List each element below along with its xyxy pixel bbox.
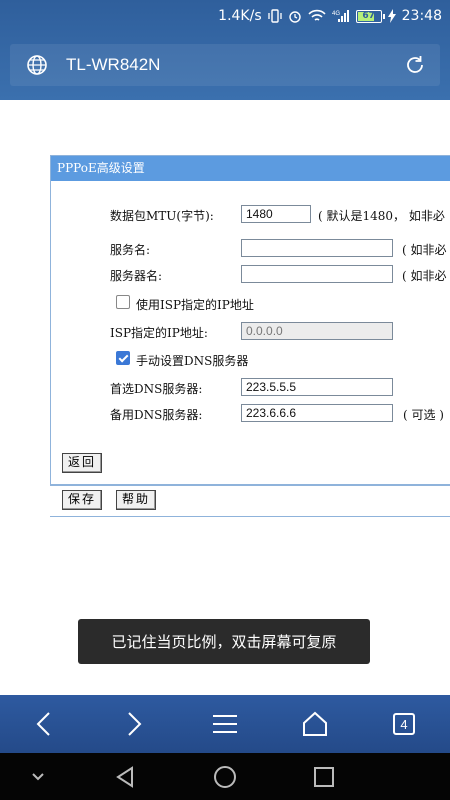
clock: 23:48 [401,8,442,24]
reload-icon[interactable] [404,54,426,76]
browser-top-bar: 1.4K/s 4G 67 23:48 TL-WR842N [0,0,450,100]
system-nav-bar [0,753,450,800]
charging-icon [387,9,396,23]
browser-nav-bar: 4 [0,695,450,753]
panel-title: PPPoE高级设置 [51,156,450,181]
network-speed: 1.4K/s [218,8,262,24]
server-name-input[interactable] [241,265,393,283]
page-title: TL-WR842N [66,55,161,74]
save-button[interactable]: 保存 [62,490,103,510]
service-name-label: 服务名: [110,243,151,257]
back-nav-button[interactable] [14,695,74,753]
square-recents-icon [314,766,334,787]
chevron-left-icon [36,712,50,736]
isp-ip-label: ISP指定的IP地址: [110,326,208,340]
secondary-dns-input[interactable]: 223.6.6.6 [241,404,393,422]
secondary-dns-hint: ( 可选 ) [403,408,444,422]
system-back-button[interactable] [95,753,155,800]
toast-message: 已记住当页比例，双击屏幕可复原 [111,633,337,651]
recent-apps-button[interactable] [294,753,354,800]
menu-button[interactable] [195,695,255,753]
battery-icon: 67 [355,9,385,23]
manual-dns-label: 手动设置DNS服务器 [136,354,249,368]
wifi-icon [308,9,326,23]
service-name-hint: ( 如非必 [402,243,447,257]
use-isp-ip-label: 使用ISP指定的IP地址 [136,298,254,312]
isp-ip-input[interactable]: 0.0.0.0 [241,322,393,340]
hide-nav-button[interactable] [8,753,68,800]
chevron-right-icon [128,712,142,736]
use-isp-ip-checkbox[interactable] [116,295,130,309]
secondary-dns-label: 备用DNS服务器: [110,408,203,422]
tab-count: 4 [393,713,415,735]
mtu-hint: ( 默认是1480， 如非必 [318,209,445,223]
alarm-icon [288,9,302,23]
signal-type: 4G [332,11,340,17]
status-bar: 1.4K/s 4G 67 23:48 [218,6,442,26]
battery-level: 67 [362,11,375,21]
menu-icon [213,715,237,733]
tabs-button[interactable]: 4 [374,695,434,753]
server-name-hint: ( 如非必 [402,269,447,283]
system-home-button[interactable] [195,753,255,800]
forward-nav-button[interactable] [104,695,164,753]
primary-dns-input[interactable]: 223.5.5.5 [241,378,393,396]
help-button[interactable]: 帮助 [116,490,157,510]
circle-home-icon [214,765,236,788]
cellular-signal-icon: 4G [332,9,350,23]
server-name-label: 服务器名: [110,269,163,283]
address-bar[interactable]: TL-WR842N [10,44,440,86]
manual-dns-checkbox[interactable] [116,351,130,365]
chevron-down-icon [32,772,44,780]
primary-dns-label: 首选DNS服务器: [110,382,203,396]
zoom-toast: 已记住当页比例，双击屏幕可复原 [78,619,370,664]
globe-icon [27,55,47,75]
service-name-input[interactable] [241,239,393,257]
triangle-back-icon [116,765,133,788]
mtu-label: 数据包MTU(字节): [110,209,214,223]
mtu-input[interactable]: 1480 [241,205,311,223]
home-icon [303,711,327,736]
vibrate-icon [267,9,282,23]
back-button[interactable]: 返回 [62,453,103,473]
panel-footer [50,484,450,516]
home-button[interactable] [285,695,345,753]
